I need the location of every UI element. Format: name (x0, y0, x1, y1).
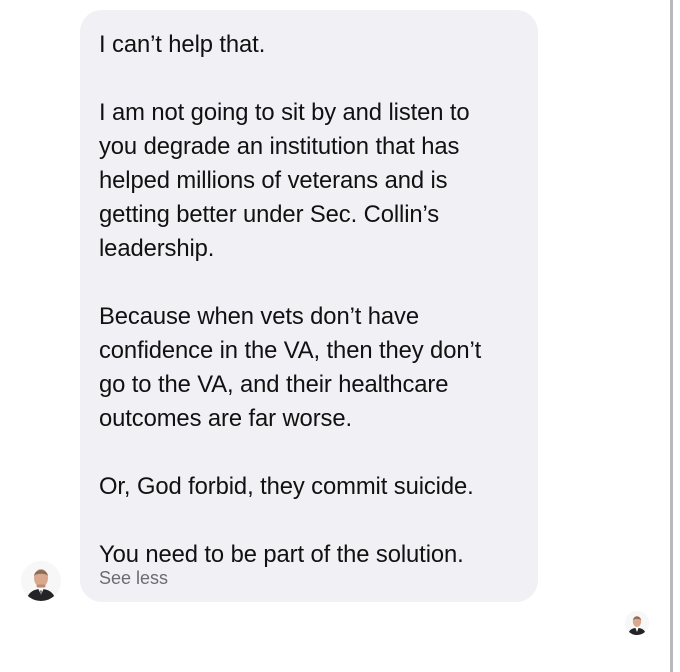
message-bubble: I can’t help that. I am not going to sit… (80, 10, 538, 602)
chat-screen: I can’t help that. I am not going to sit… (0, 0, 680, 672)
read-receipt-avatar (625, 611, 649, 635)
see-less-link[interactable]: See less (99, 566, 168, 590)
person-avatar-icon (21, 561, 61, 601)
read-receipt-avatar-icon (625, 611, 649, 635)
incoming-message-row: I can’t help that. I am not going to sit… (0, 0, 670, 672)
sender-avatar[interactable] (21, 561, 61, 601)
message-text: I can’t help that. I am not going to sit… (99, 31, 482, 568)
scrollbar-edge[interactable] (670, 0, 673, 672)
